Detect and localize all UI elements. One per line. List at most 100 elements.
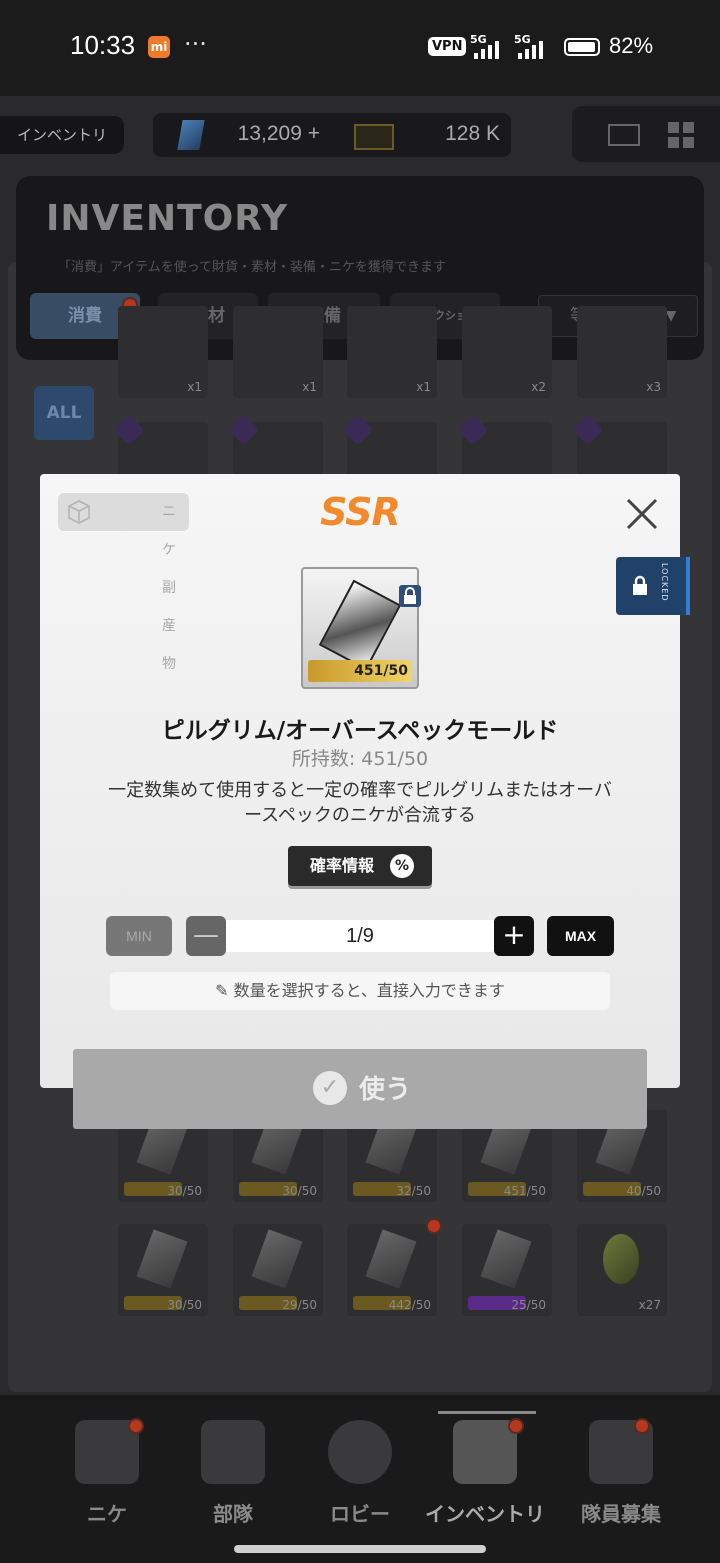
item-count: 451/50	[354, 663, 408, 679]
battery-percent: 82%	[609, 33, 654, 58]
lock-toggle[interactable]: LOCKED	[616, 557, 690, 615]
nav-item-nikke[interactable]: ニケ	[42, 1420, 172, 1540]
slot-count: x1	[302, 380, 317, 394]
slot-count: 29/50	[282, 1298, 317, 1312]
min-button[interactable]: MIN	[106, 916, 172, 956]
squad-icon	[201, 1420, 265, 1484]
inventory-slot[interactable]: x1	[118, 306, 208, 398]
lock-icon	[399, 585, 421, 607]
notification-dot	[634, 1418, 650, 1434]
mold-gem-icon	[480, 1229, 532, 1289]
nav-item-squad[interactable]: 部隊	[168, 1420, 298, 1540]
slot-count: x1	[187, 380, 202, 394]
slot-count: 40/50	[626, 1184, 661, 1198]
category-chip: ニケ副産物	[58, 493, 189, 672]
slot-count: x3	[646, 380, 661, 394]
signal-icon-1: 5G	[470, 33, 502, 59]
hint-text: 数量を選択すると、直接入力できます	[233, 981, 505, 1000]
gem-count: 13,209 +	[210, 122, 320, 146]
use-label: 使う	[359, 1075, 412, 1105]
probability-info-button[interactable]: 確率情報 %	[288, 846, 432, 886]
hint-row: ✎ 数量を選択すると、直接入力できます	[110, 972, 610, 1010]
item-description: 一定数集めて使用すると一定の確率でピルグリムまたはオーバースペックのニケが合流す…	[108, 780, 612, 826]
close-icon[interactable]	[620, 492, 664, 536]
mold-gem-icon	[365, 1229, 417, 1289]
mold-gem-icon	[136, 1229, 188, 1289]
edit-icon: ✎	[215, 981, 229, 1000]
slot-count: 30/50	[282, 1184, 317, 1198]
quantity-stepper: MIN — 1/9 + MAX	[106, 916, 614, 958]
lock-icon	[633, 575, 647, 595]
section-title: インベントリ	[0, 116, 124, 154]
nav-label: ニケ	[87, 1502, 127, 1526]
inventory-slot[interactable]: 442/50	[347, 1224, 437, 1316]
max-button[interactable]: MAX	[547, 916, 614, 956]
home-indicator[interactable]	[234, 1545, 486, 1553]
inventory-icon	[453, 1420, 517, 1484]
quantity-value[interactable]: 1/9	[226, 916, 494, 956]
item-name: ピルグリム/オーバースペックモールド	[161, 718, 559, 744]
slot-count: 30/50	[167, 1184, 202, 1198]
nav-label: インベントリ	[425, 1502, 545, 1526]
notification-dot	[128, 1418, 144, 1434]
mail-icon[interactable]	[608, 124, 640, 146]
percent-icon: %	[390, 854, 414, 878]
network-type-label: 5G	[514, 33, 531, 46]
quantity-hint: ✎ 数量を選択すると、直接入力できます	[110, 972, 610, 1010]
notification-dot	[426, 1218, 442, 1234]
slot-count: x2	[531, 380, 546, 394]
credit-icon	[354, 124, 394, 150]
notification-dot	[508, 1418, 524, 1434]
inventory-description: 「消費」アイテムを使って財貨・素材・装備・ニケを獲得できます	[58, 260, 447, 275]
menu-grid-icon[interactable]	[668, 122, 696, 150]
check-icon: ✓	[313, 1071, 347, 1105]
nav-label: 隊員募集	[581, 1502, 661, 1526]
slot-count: 25/50	[511, 1298, 546, 1312]
nav-item-inventory[interactable]: インベントリ	[420, 1420, 550, 1540]
inventory-slot[interactable]: 29/50	[233, 1224, 323, 1316]
inventory-slot[interactable]: x2	[462, 306, 552, 398]
slot-count: x27	[638, 1298, 661, 1312]
nav-item-lobby[interactable]: ロビー	[295, 1420, 425, 1540]
locked-label: LOCKED	[660, 563, 669, 602]
inventory-slot[interactable]: x27	[577, 1224, 667, 1316]
credit-count: 128 K	[445, 122, 500, 145]
nav-label: 部隊	[213, 1502, 253, 1526]
rarity-label: SSR	[320, 490, 401, 534]
nav-item-recruit[interactable]: 隊員募集	[556, 1420, 686, 1540]
slot-count: 451/50	[503, 1184, 546, 1198]
inventory-slot[interactable]: 25/50	[462, 1224, 552, 1316]
mold-gem-icon	[251, 1229, 303, 1289]
decrease-button[interactable]: —	[186, 916, 226, 956]
owned-count: 所持数: 451/50	[291, 748, 429, 770]
inventory-slot[interactable]: x1	[347, 306, 437, 398]
box-icon	[68, 500, 90, 524]
more-notifications-icon: ···	[184, 30, 207, 58]
inventory-slot[interactable]: x1	[233, 306, 323, 398]
inventory-title: INVENTORY	[46, 198, 289, 239]
slot-count: 30/50	[167, 1298, 202, 1312]
gem-amount: 13,209	[237, 122, 302, 145]
network-type-label: 5G	[470, 33, 487, 46]
mail-menu-container	[572, 106, 720, 162]
signal-icon-2: 5G	[514, 33, 546, 59]
slot-count: 32/50	[396, 1184, 431, 1198]
vpn-badge: VPN	[428, 37, 467, 56]
filter-all-button[interactable]: ALL	[34, 386, 94, 440]
slot-count: 442/50	[388, 1298, 431, 1312]
inventory-slot[interactable]: 30/50	[118, 1224, 208, 1316]
active-tab-indicator	[438, 1411, 536, 1414]
badge-item-icon	[603, 1234, 639, 1284]
increase-button[interactable]: +	[494, 916, 534, 956]
lobby-icon	[328, 1420, 392, 1484]
probability-label: 確率情報	[310, 856, 375, 875]
mi-app-icon: mi	[148, 36, 170, 58]
battery-icon	[564, 38, 600, 56]
inventory-slot[interactable]: x3	[577, 306, 667, 398]
category-label: ニケ副産物	[162, 504, 176, 672]
add-gems-button[interactable]: +	[308, 122, 320, 145]
slot-count: x1	[416, 380, 431, 394]
status-time: 10:33	[70, 30, 136, 60]
nav-label: ロビー	[330, 1502, 390, 1526]
use-button[interactable]: ✓ 使う	[73, 1049, 647, 1129]
